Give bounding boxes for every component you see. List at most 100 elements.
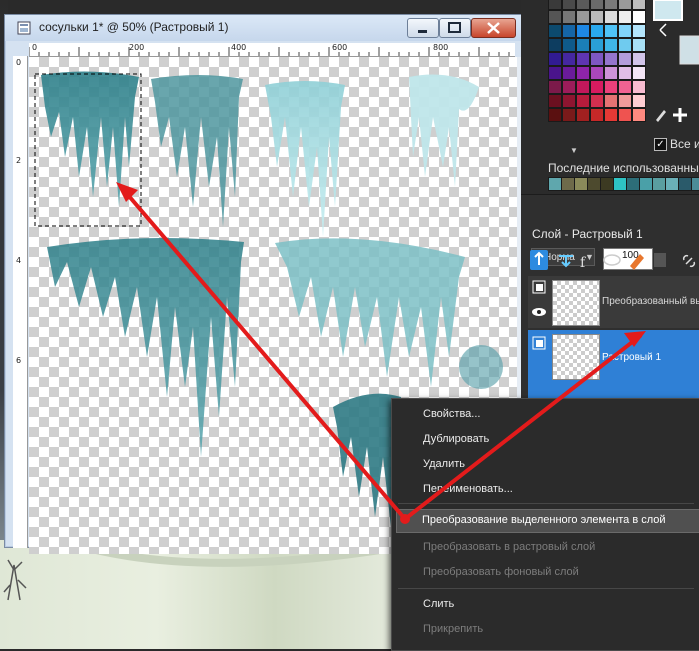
color-swatch[interactable]: [590, 0, 604, 10]
color-swatch[interactable]: [618, 10, 632, 24]
eye-icon: [603, 254, 621, 266]
color-swatch[interactable]: [632, 66, 646, 80]
recent-color-swatch[interactable]: [613, 177, 627, 191]
recent-color-swatch[interactable]: [639, 177, 653, 191]
recent-color-swatch[interactable]: [548, 177, 562, 191]
close-button[interactable]: [471, 18, 516, 38]
color-swatch[interactable]: [548, 24, 562, 38]
color-swatch[interactable]: [562, 24, 576, 38]
menu-item-attach[interactable]: Прикрепить: [423, 623, 483, 635]
visibility-eye-icon[interactable]: [531, 306, 547, 318]
menu-item-duplicate[interactable]: Дублировать: [423, 433, 489, 445]
minimize-button[interactable]: [407, 18, 439, 38]
recent-color-swatch[interactable]: [561, 177, 575, 191]
fg-bg-color-box[interactable]: [652, 0, 699, 66]
color-swatch[interactable]: [618, 52, 632, 66]
color-swatch[interactable]: [548, 0, 562, 10]
color-swatch[interactable]: [548, 52, 562, 66]
color-swatch[interactable]: [562, 80, 576, 94]
color-swatch[interactable]: [604, 10, 618, 24]
color-swatch[interactable]: [604, 0, 618, 10]
color-swatch[interactable]: [576, 66, 590, 80]
color-swatch[interactable]: [576, 52, 590, 66]
color-swatch[interactable]: [576, 24, 590, 38]
color-swatch[interactable]: [576, 0, 590, 10]
layer-toolbar[interactable]: f: [528, 248, 699, 274]
menu-item-convert-background[interactable]: Преобразовать фоновый слой: [423, 566, 579, 578]
color-swatch[interactable]: [576, 94, 590, 108]
color-swatch[interactable]: [604, 108, 618, 122]
menu-item-merge[interactable]: Слить: [423, 598, 454, 610]
color-swatch[interactable]: [604, 38, 618, 52]
color-swatch[interactable]: [632, 24, 646, 38]
color-swatch[interactable]: [562, 38, 576, 52]
color-swatch[interactable]: [576, 108, 590, 122]
tools-row[interactable]: [652, 104, 699, 124]
color-swatch[interactable]: [576, 10, 590, 24]
color-swatch[interactable]: [590, 38, 604, 52]
color-swatch[interactable]: [548, 38, 562, 52]
title-bar[interactable]: сосульки 1* @ 50% (Растровый 1): [5, 15, 522, 41]
menu-item-promote-selection[interactable]: Преобразование выделенного элемента в сл…: [396, 509, 699, 533]
color-swatch[interactable]: [562, 10, 576, 24]
color-swatch[interactable]: [632, 52, 646, 66]
color-swatch[interactable]: [604, 80, 618, 94]
color-swatch[interactable]: [618, 108, 632, 122]
color-swatch[interactable]: [548, 66, 562, 80]
recent-color-swatch[interactable]: [652, 177, 666, 191]
recent-color-swatch[interactable]: [678, 177, 692, 191]
color-swatch[interactable]: [618, 94, 632, 108]
layer-item[interactable]: Преобразованный выде: [528, 276, 699, 328]
color-swatch[interactable]: [590, 108, 604, 122]
color-swatch[interactable]: [604, 66, 618, 80]
color-swatch[interactable]: [632, 80, 646, 94]
color-swatch[interactable]: [632, 108, 646, 122]
color-swatch[interactable]: [590, 52, 604, 66]
color-swatch[interactable]: [562, 52, 576, 66]
menu-item-delete[interactable]: Удалить: [423, 458, 465, 470]
color-swatch[interactable]: [604, 52, 618, 66]
recent-color-swatch[interactable]: [691, 177, 699, 191]
layer-item-selected[interactable]: Растровый 1: [528, 330, 699, 400]
recent-color-swatch[interactable]: [574, 177, 588, 191]
recent-color-swatch[interactable]: [626, 177, 640, 191]
color-swatch[interactable]: [590, 10, 604, 24]
palette-scroll-arrow[interactable]: ▼: [570, 146, 578, 155]
menu-item-properties[interactable]: Свойства...: [423, 408, 480, 420]
menu-item-convert-raster[interactable]: Преобразовать в растровый слой: [423, 541, 595, 553]
color-swatch[interactable]: [618, 80, 632, 94]
color-swatch[interactable]: [604, 94, 618, 108]
ruler-label: 600: [332, 43, 348, 52]
ruler-label: 200: [129, 43, 145, 52]
color-swatch[interactable]: [618, 38, 632, 52]
show-all-checkbox[interactable]: ✓: [654, 138, 667, 151]
recent-color-swatch[interactable]: [600, 177, 614, 191]
color-swatch[interactable]: [618, 66, 632, 80]
color-swatch[interactable]: [562, 66, 576, 80]
color-swatch[interactable]: [604, 24, 618, 38]
color-swatch[interactable]: [590, 80, 604, 94]
color-swatch[interactable]: [562, 108, 576, 122]
color-swatch[interactable]: [548, 10, 562, 24]
color-swatch[interactable]: [632, 38, 646, 52]
color-swatch[interactable]: [548, 94, 562, 108]
color-swatch[interactable]: [632, 0, 646, 10]
color-swatch[interactable]: [576, 38, 590, 52]
color-swatch[interactable]: [576, 80, 590, 94]
color-swatch[interactable]: [590, 24, 604, 38]
color-swatch[interactable]: [618, 24, 632, 38]
color-swatch[interactable]: [590, 94, 604, 108]
color-swatch[interactable]: [632, 94, 646, 108]
icicle-cluster-2: [151, 75, 243, 227]
color-swatch[interactable]: [562, 94, 576, 108]
recent-color-swatch[interactable]: [587, 177, 601, 191]
color-swatch[interactable]: [548, 108, 562, 122]
color-swatch[interactable]: [562, 0, 576, 10]
color-swatch[interactable]: [618, 0, 632, 10]
color-swatch[interactable]: [590, 66, 604, 80]
menu-item-rename[interactable]: Переименовать...: [423, 483, 513, 495]
color-swatch[interactable]: [632, 10, 646, 24]
maximize-button[interactable]: [439, 18, 471, 38]
recent-color-swatch[interactable]: [665, 177, 679, 191]
color-swatch[interactable]: [548, 80, 562, 94]
